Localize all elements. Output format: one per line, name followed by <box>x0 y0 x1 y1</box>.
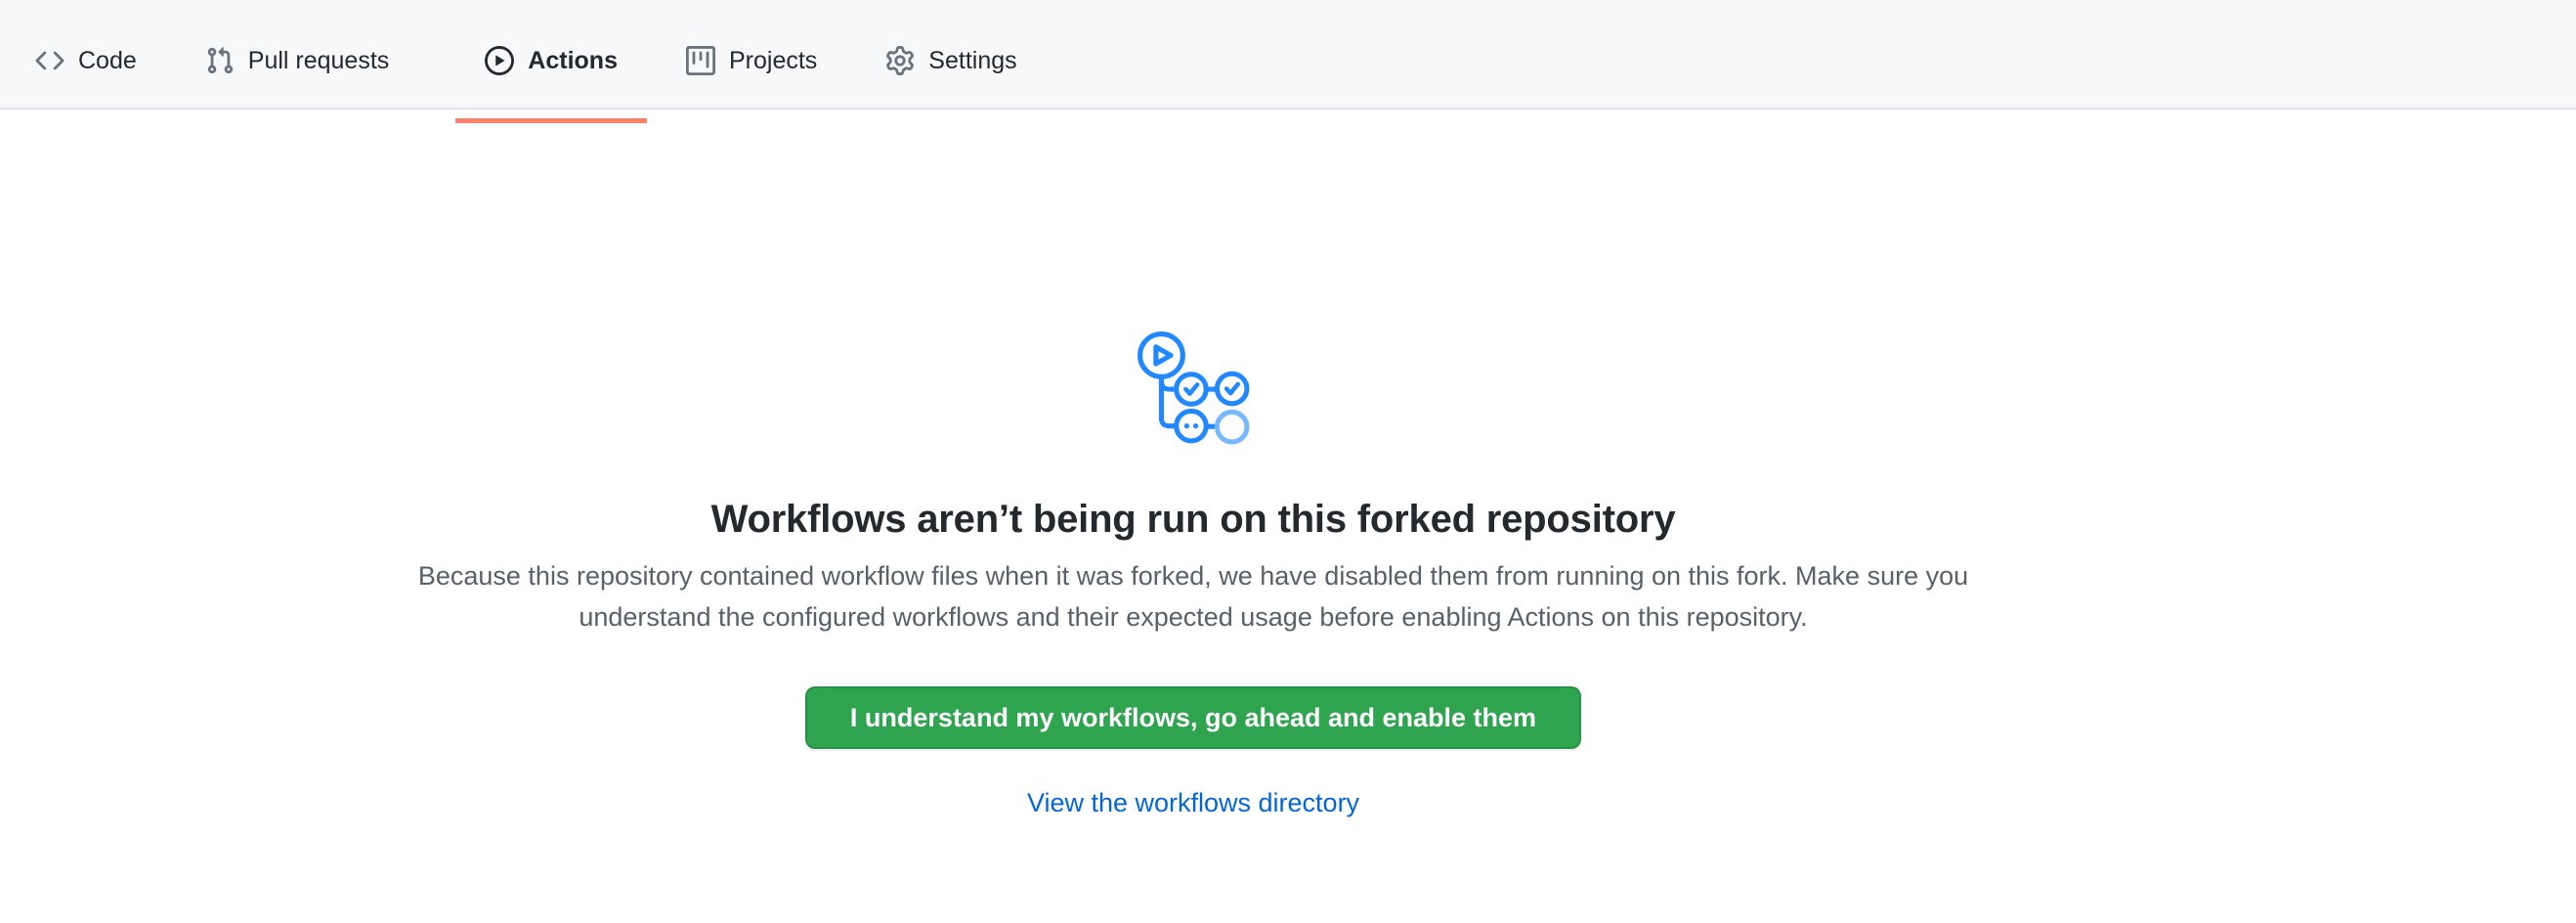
tab-actions[interactable]: Actions <box>455 14 647 108</box>
tab-pull-requests[interactable]: Pull requests <box>176 14 419 108</box>
enable-workflows-button[interactable]: I understand my workflows, go ahead and … <box>805 686 1581 749</box>
tab-settings[interactable]: Settings <box>856 14 1046 108</box>
view-workflows-directory-link[interactable]: View the workflows directory <box>1027 788 1359 817</box>
link-row: View the workflows directory <box>0 788 2386 818</box>
blankslate-description: Because this repository contained workfl… <box>402 555 1985 637</box>
workflow-illustration-icon <box>1136 329 1251 446</box>
tab-pull-requests-label: Pull requests <box>248 49 390 73</box>
actions-disabled-page: Workflows aren’t being run on this forke… <box>0 110 2576 818</box>
page-title: Workflows aren’t being run on this forke… <box>0 498 2386 542</box>
tab-code[interactable]: Code <box>6 14 166 108</box>
gear-icon <box>885 46 915 75</box>
git-pull-request-icon <box>205 46 235 75</box>
tab-settings-label: Settings <box>928 49 1016 73</box>
play-circle-icon <box>485 46 514 75</box>
project-board-icon <box>686 46 715 75</box>
tab-code-label: Code <box>78 49 137 73</box>
blankslate: Workflows aren’t being run on this forke… <box>0 110 2386 818</box>
code-icon <box>35 46 64 75</box>
tab-projects[interactable]: Projects <box>657 14 846 108</box>
tab-actions-label: Actions <box>528 49 618 73</box>
tab-projects-label: Projects <box>729 49 817 73</box>
repo-tab-nav: Code Pull requests Actions Projects Sett… <box>0 0 2576 110</box>
